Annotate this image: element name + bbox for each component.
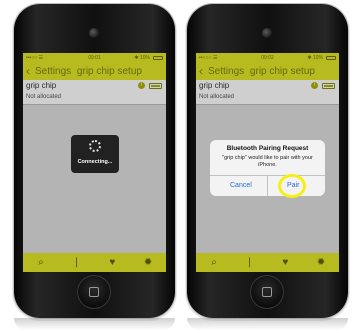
pairing-dialog: Bluetooth Pairing Request "grip chip" wo… bbox=[210, 140, 325, 198]
device-status: Not allocated bbox=[26, 94, 62, 100]
battery-icon bbox=[153, 56, 163, 60]
home-button[interactable] bbox=[250, 275, 284, 309]
device-status: Not allocated bbox=[199, 94, 235, 100]
tab-search-icon[interactable]: ⌕ bbox=[204, 257, 224, 268]
reflection-right bbox=[187, 318, 348, 330]
connecting-text: Connecting... bbox=[77, 159, 113, 165]
screen-right: ••○○○ ☰ 09:02 ✱ 10% ‹ Settings grip chip… bbox=[196, 53, 339, 272]
connecting-overlay: Connecting... bbox=[71, 135, 119, 173]
device-row[interactable]: grip chip Not allocated i bbox=[23, 80, 166, 105]
status-battery-text: ✱ 10% bbox=[307, 55, 323, 61]
tab-heart-icon[interactable]: ♥ bbox=[275, 257, 295, 268]
nav-title: grip chip setup bbox=[249, 66, 315, 77]
tab-gear-icon[interactable]: ✹ bbox=[311, 257, 331, 268]
dialog-message: "grip chip" would like to pair with your… bbox=[222, 155, 313, 168]
highlight-circle bbox=[278, 174, 306, 198]
chevron-left-icon[interactable]: ‹ bbox=[26, 64, 30, 78]
device-name: grip chip bbox=[26, 81, 57, 90]
info-icon[interactable]: i bbox=[311, 82, 318, 89]
status-battery-text: ✱ 10% bbox=[134, 55, 150, 61]
chevron-left-icon[interactable]: ‹ bbox=[199, 64, 203, 78]
nav-bar: ‹ Settings grip chip setup bbox=[196, 63, 339, 80]
dialog-title: Bluetooth Pairing Request bbox=[226, 145, 309, 152]
info-icon[interactable]: i bbox=[138, 82, 145, 89]
status-bar: •••○○ ☰ 09:01 ✱ 10% bbox=[23, 53, 166, 63]
phone-right: ••○○○ ☰ 09:02 ✱ 10% ‹ Settings grip chip… bbox=[187, 4, 348, 318]
home-square-icon bbox=[262, 287, 272, 297]
tab-search-icon[interactable]: ⌕ bbox=[31, 257, 51, 268]
device-battery-icon bbox=[322, 83, 335, 89]
tab-bar: ⌕ ❘ ♥ ✹ bbox=[196, 253, 339, 272]
tab-pin-icon[interactable]: ❘ bbox=[67, 257, 87, 268]
back-button[interactable]: Settings bbox=[208, 66, 244, 77]
dialog-button-divider bbox=[267, 175, 268, 196]
tab-bar: ⌕ ❘ ♥ ✹ bbox=[23, 253, 166, 272]
tab-gear-icon[interactable]: ✹ bbox=[138, 257, 158, 268]
spinner-icon bbox=[89, 140, 101, 152]
nav-bar: ‹ Settings grip chip setup bbox=[23, 63, 166, 80]
device-name: grip chip bbox=[199, 81, 230, 90]
camera-icon bbox=[262, 28, 272, 38]
tab-pin-icon[interactable]: ❘ bbox=[240, 257, 260, 268]
tab-heart-icon[interactable]: ♥ bbox=[102, 257, 122, 268]
phone-left: •••○○ ☰ 09:01 ✱ 10% ‹ Settings grip chip… bbox=[14, 4, 175, 318]
reflection-left bbox=[14, 318, 175, 330]
device-battery-icon bbox=[149, 83, 162, 89]
cancel-button[interactable]: Cancel bbox=[230, 182, 252, 189]
home-square-icon bbox=[89, 287, 99, 297]
battery-icon bbox=[326, 56, 336, 60]
status-bar: ••○○○ ☰ 09:02 ✱ 10% bbox=[196, 53, 339, 63]
nav-title: grip chip setup bbox=[76, 66, 142, 77]
screen-left: •••○○ ☰ 09:01 ✱ 10% ‹ Settings grip chip… bbox=[23, 53, 166, 272]
camera-icon bbox=[89, 28, 99, 38]
device-row[interactable]: grip chip Not allocated i bbox=[196, 80, 339, 105]
back-button[interactable]: Settings bbox=[35, 66, 71, 77]
home-button[interactable] bbox=[77, 275, 111, 309]
